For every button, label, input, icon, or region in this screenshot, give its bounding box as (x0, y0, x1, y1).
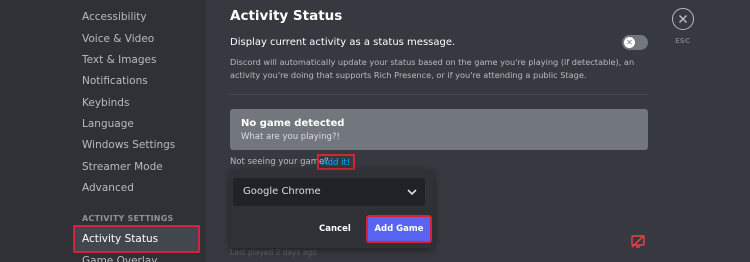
game-select-value: Google Chrome (243, 186, 321, 197)
activity-description: Discord will automatically update your s… (230, 57, 635, 80)
game-hidden-icon[interactable] (631, 235, 645, 248)
settings-content: Activity Status Display current activity… (206, 0, 750, 262)
sidebar-item-accessibility[interactable]: Accessibility (74, 6, 200, 28)
esc-label: ESC (675, 37, 690, 45)
close-button[interactable] (672, 8, 694, 30)
sidebar-item-streamer-mode[interactable]: Streamer Mode (74, 156, 200, 178)
chevron-down-icon (407, 189, 417, 196)
no-game-subtitle: What are you playing?! (241, 132, 340, 142)
sidebar-item-windows-settings[interactable]: Windows Settings (74, 134, 200, 156)
add-it-link[interactable]: Add it! (317, 154, 356, 170)
close-icon (678, 14, 688, 24)
display-activity-label: Display current activity as a status mes… (230, 37, 456, 48)
sidebar-item-keybinds[interactable]: Keybinds (74, 92, 200, 114)
sidebar-item-game-overlay[interactable]: Game Overlay (74, 250, 200, 262)
add-game-button[interactable]: Add Game (366, 215, 432, 243)
sidebar-item-advanced[interactable]: Advanced (74, 177, 200, 199)
not-seeing-game-text: Not seeing your game? (230, 157, 329, 167)
sidebar-item-text-images[interactable]: Text & Images (74, 49, 200, 71)
no-game-title: No game detected (241, 118, 345, 129)
divider (230, 94, 648, 95)
no-game-card: No game detected What are you playing?! (230, 109, 648, 150)
game-select[interactable]: Google Chrome (233, 178, 425, 206)
cancel-button[interactable]: Cancel (319, 224, 351, 234)
sidebar-section-heading: ACTIVITY SETTINGS (82, 214, 174, 223)
close-icon: ✕ (626, 37, 633, 47)
add-game-popup: Google Chrome Cancel Add Game (230, 170, 434, 248)
sidebar-item-language[interactable]: Language (74, 113, 200, 135)
page-title: Activity Status (230, 8, 343, 24)
toggle-knob: ✕ (624, 37, 635, 48)
highlight-activity-status (73, 225, 200, 253)
add-game-label: Add Game (374, 224, 424, 234)
sidebar-item-voice-video[interactable]: Voice & Video (74, 28, 200, 50)
activity-status-toggle[interactable]: ✕ (622, 35, 648, 50)
sidebar-item-notifications[interactable]: Notifications (74, 70, 200, 92)
settings-sidebar: Accessibility Voice & Video Text & Image… (0, 0, 206, 262)
faded-last-played-text: Last played 2 days ago (230, 248, 317, 257)
